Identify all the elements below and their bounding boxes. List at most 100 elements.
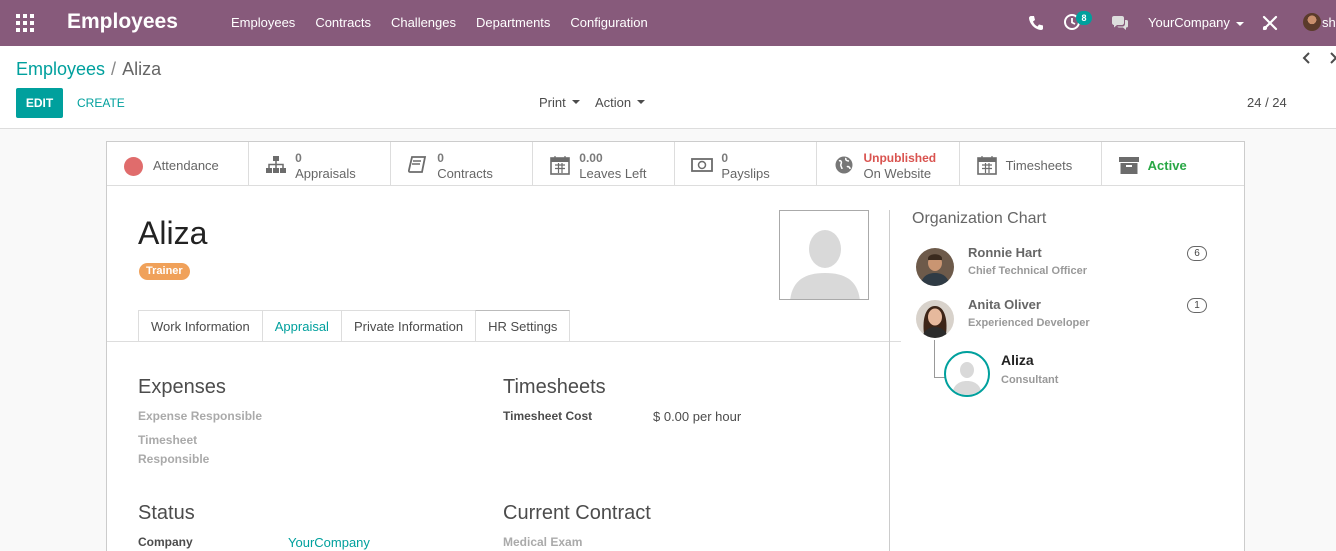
activity-count-badge: 8 [1076, 11, 1092, 25]
user-placeholder-icon [952, 362, 982, 395]
website-publish-button[interactable]: Unpublished On Website [817, 142, 960, 186]
manager-avatar[interactable] [916, 248, 954, 286]
manager-job: Experienced Developer [968, 317, 1090, 329]
apps-icon[interactable] [16, 14, 34, 32]
manager-name[interactable]: Anita Oliver [968, 297, 1041, 312]
chevron-left-icon[interactable] [1302, 52, 1312, 64]
appraisals-text: 0 Appraisals [295, 151, 356, 181]
timesheet-cost-value[interactable]: $ 0.00 per hour [653, 409, 741, 424]
edit-button[interactable]: EDIT [16, 88, 63, 118]
employee-name[interactable]: Aliza [138, 215, 207, 252]
appraisals-label: Appraisals [295, 166, 356, 181]
tab-private-information[interactable]: Private Information [340, 310, 476, 342]
tab-work-information[interactable]: Work Information [138, 310, 262, 342]
contracts-value: 0 [437, 151, 444, 165]
website-text: Unpublished On Website [863, 151, 936, 181]
leaves-button[interactable]: 0.00 Leaves Left [533, 142, 676, 186]
main-menu: Employees Contracts Challenges Departmen… [221, 0, 658, 46]
contracts-label: Contracts [437, 166, 493, 181]
avatar-image [916, 300, 954, 338]
contracts-text: 0 Contracts [437, 151, 493, 181]
leaves-value: 0.00 [579, 151, 603, 165]
user-name[interactable]: sh [1322, 0, 1336, 46]
tools-icon[interactable] [1261, 14, 1279, 32]
book-icon [408, 156, 427, 173]
action-dropdown[interactable]: Action [595, 88, 646, 118]
timesheet-cost-label: Timesheet Cost [503, 409, 593, 423]
menu-contracts[interactable]: Contracts [305, 0, 381, 46]
tab-hr-settings[interactable]: HR Settings [475, 310, 571, 342]
tab-appraisal[interactable]: Appraisal [261, 310, 341, 342]
timesheet-responsible-label-line2: Responsible [138, 452, 210, 466]
org-chart-divider [889, 210, 890, 551]
smart-button-box: Attendance 0Appraisals 0Contracts 0.00 [107, 142, 1244, 186]
globe-icon [835, 156, 853, 174]
avatar-image [916, 248, 954, 286]
contracts-button[interactable]: 0 Contracts [391, 142, 534, 186]
print-dropdown-label: Print [539, 95, 566, 110]
user-placeholder-icon [780, 211, 868, 299]
org-chart-connector [934, 340, 935, 378]
sitemap-icon [266, 156, 287, 173]
attendance-dot-icon [124, 157, 143, 176]
active-toggle-button[interactable]: Active [1102, 142, 1244, 186]
website-status-value: Unpublished [863, 151, 937, 165]
menu-configuration[interactable]: Configuration [560, 0, 657, 46]
company-switcher-label: YourCompany [1148, 15, 1230, 30]
tab-divider [107, 341, 901, 342]
breadcrumb-current: Aliza [122, 59, 162, 79]
current-employee-avatar [944, 351, 990, 397]
chevron-down-icon [1235, 21, 1244, 26]
pager-value[interactable]: 24 / 24 [1247, 88, 1287, 118]
print-dropdown[interactable]: Print [539, 88, 580, 118]
action-dropdown-label: Action [595, 95, 632, 110]
payslips-button[interactable]: 0 Payslips [675, 142, 818, 186]
timesheet-responsible-label-line1: Timesheet [138, 433, 198, 447]
menu-employees[interactable]: Employees [221, 0, 305, 46]
chevron-down-icon [571, 100, 580, 105]
attendance-label: Attendance [153, 158, 219, 173]
company-switcher[interactable]: YourCompany [1148, 0, 1244, 46]
medical-exam-label: Medical Exam [503, 535, 583, 549]
appraisals-value: 0 [295, 151, 302, 165]
timesheets-button[interactable]: Timesheets [960, 142, 1102, 186]
manager-avatar[interactable] [916, 300, 954, 338]
employee-photo[interactable] [779, 210, 869, 300]
active-label: Active [1147, 158, 1187, 173]
current-employee-job: Consultant [1001, 374, 1059, 386]
user-avatar[interactable] [1303, 13, 1321, 31]
appraisals-button[interactable]: 0 Appraisals [249, 142, 392, 186]
timesheets-label: Timesheets [1005, 158, 1073, 173]
employee-tag-badge[interactable]: Trainer [139, 263, 190, 280]
breadcrumb-root-link[interactable]: Employees [16, 59, 105, 79]
menu-departments[interactable]: Departments [466, 0, 560, 46]
leaves-text: 0.00 Leaves Left [579, 151, 646, 181]
website-label: On Website [863, 166, 932, 181]
payslips-text: 0 Payslips [721, 151, 769, 181]
expenses-title: Expenses [138, 376, 226, 398]
archive-icon [1118, 157, 1139, 174]
manager-name[interactable]: Ronnie Hart [968, 245, 1042, 260]
expense-responsible-label: Expense Responsible [138, 409, 263, 423]
chat-icon[interactable] [1110, 14, 1130, 32]
phone-icon[interactable] [1027, 14, 1045, 32]
create-button[interactable]: CREATE [77, 88, 125, 118]
subordinate-count-badge[interactable]: 6 [1187, 246, 1207, 261]
payslips-label: Payslips [721, 166, 770, 181]
org-chart-title: Organization Chart [912, 210, 1047, 227]
attendance-button[interactable]: Attendance [107, 142, 250, 186]
top-navbar: Employees Employees Contracts Challenges… [0, 0, 1336, 46]
current-contract-title: Current Contract [503, 502, 651, 524]
menu-challenges[interactable]: Challenges [381, 0, 466, 46]
form-tabs: Work Information Appraisal Private Infor… [138, 310, 571, 342]
breadcrumb-separator: / [111, 59, 117, 79]
company-link[interactable]: YourCompany [288, 535, 370, 550]
breadcrumb: Employees / Aliza [16, 59, 161, 80]
current-employee-name: Aliza [1001, 352, 1034, 368]
payslips-value: 0 [721, 151, 729, 165]
chevron-right-icon[interactable] [1328, 52, 1336, 64]
leaves-label: Leaves Left [579, 166, 647, 181]
app-title: Employees [67, 10, 178, 33]
status-title: Status [138, 502, 195, 524]
subordinate-count-badge[interactable]: 1 [1187, 298, 1207, 313]
